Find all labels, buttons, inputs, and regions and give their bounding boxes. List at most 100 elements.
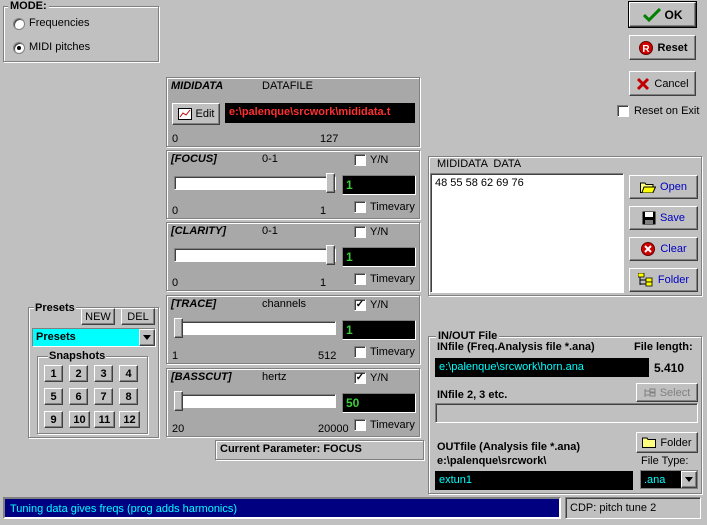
param-slider-thumb[interactable] bbox=[174, 318, 183, 338]
reset-on-exit-label[interactable]: Reset on Exit bbox=[634, 105, 699, 117]
mididata-label: MIDIDATA bbox=[171, 80, 224, 92]
snapshot-button[interactable]: 11 bbox=[94, 411, 115, 428]
outfile-name[interactable]: extun1 bbox=[435, 471, 633, 490]
snapshots-title: Snapshots bbox=[48, 350, 107, 362]
snapshot-button[interactable]: 10 bbox=[69, 411, 90, 428]
param-yn-label[interactable]: Y/N bbox=[370, 299, 388, 311]
infile2-field[interactable] bbox=[435, 403, 698, 423]
param-value[interactable]: 1 bbox=[342, 175, 416, 195]
param-timevary-checkbox[interactable] bbox=[354, 201, 366, 213]
param-range-label: hertz bbox=[262, 371, 287, 383]
clear-button[interactable]: Clear bbox=[629, 237, 698, 261]
reset-icon: R bbox=[638, 40, 653, 55]
del-preset-button[interactable]: DEL bbox=[121, 308, 155, 325]
infile-path[interactable]: e:\palenque\srcwork\horn.ana bbox=[435, 358, 649, 377]
status-message: Tuning data gives freqs (prog adds harmo… bbox=[3, 497, 561, 519]
outfile-folder-button[interactable]: Folder bbox=[636, 432, 698, 453]
param-name: [FOCUS] bbox=[171, 153, 217, 165]
reset-button[interactable]: R Reset bbox=[629, 35, 696, 60]
radio-frequencies[interactable] bbox=[13, 18, 25, 30]
param-name: [BASSCUT] bbox=[171, 371, 232, 383]
param-timevary-label[interactable]: Timevary bbox=[370, 419, 415, 431]
param-range-label: 0-1 bbox=[262, 153, 278, 165]
open-button[interactable]: Open bbox=[629, 175, 698, 199]
filetype-dropdown-arrow[interactable] bbox=[681, 471, 697, 488]
current-parameter: Current Parameter: FOCUS bbox=[220, 443, 362, 455]
param-timevary-checkbox[interactable] bbox=[354, 346, 366, 358]
param-slider-track[interactable] bbox=[174, 321, 336, 335]
disk-icon bbox=[642, 211, 656, 225]
param-name: [TRACE] bbox=[171, 298, 217, 310]
radio-midi-pitches-label[interactable]: MIDI pitches bbox=[29, 41, 90, 53]
param-yn-checkbox[interactable] bbox=[354, 154, 366, 166]
new-preset-button[interactable]: NEW bbox=[81, 308, 115, 325]
mididata-min: 0 bbox=[172, 133, 179, 145]
param-name: [CLARITY] bbox=[171, 225, 226, 237]
param-value[interactable]: 50 bbox=[342, 393, 416, 413]
snapshot-button[interactable]: 6 bbox=[69, 388, 88, 405]
param-slider-thumb[interactable] bbox=[326, 245, 335, 265]
snapshot-button[interactable]: 4 bbox=[119, 365, 138, 382]
param-timevary-label[interactable]: Timevary bbox=[370, 201, 415, 213]
param-timevary-label[interactable]: Timevary bbox=[370, 273, 415, 285]
folder-icon bbox=[642, 437, 657, 448]
filetype-dropdown[interactable]: .ana bbox=[640, 470, 698, 489]
mididata-path[interactable]: e:\palenque\srcwork\mididata.t bbox=[225, 103, 415, 123]
param-value[interactable]: 1 bbox=[342, 247, 416, 267]
radio-frequencies-label[interactable]: Frequencies bbox=[29, 17, 90, 29]
param-yn-label[interactable]: Y/N bbox=[370, 372, 388, 384]
param-value[interactable]: 1 bbox=[342, 320, 416, 340]
param-yn-label[interactable]: Y/N bbox=[370, 226, 388, 238]
param-min: 0 bbox=[172, 277, 179, 289]
param-yn-checkbox[interactable]: ✓ bbox=[354, 299, 366, 311]
edit-button[interactable]: Edit bbox=[172, 103, 220, 125]
select-button[interactable]: Select bbox=[636, 383, 698, 402]
snapshot-button[interactable]: 1 bbox=[44, 365, 63, 382]
select-icon bbox=[644, 388, 656, 397]
snapshot-button[interactable]: 8 bbox=[119, 388, 138, 405]
folder-button[interactable]: Folder bbox=[629, 268, 698, 292]
param-max: 1 bbox=[320, 205, 327, 217]
cancel-button[interactable]: Cancel bbox=[629, 71, 696, 96]
param-timevary-checkbox[interactable] bbox=[354, 419, 366, 431]
outfile-label: OUTfile (Analysis file *.ana) bbox=[437, 441, 581, 453]
save-button[interactable]: Save bbox=[629, 206, 698, 230]
snapshot-button[interactable]: 9 bbox=[44, 411, 63, 428]
tree-folder-icon bbox=[637, 273, 653, 287]
radio-midi-pitches[interactable] bbox=[13, 42, 25, 54]
param-slider-track[interactable] bbox=[174, 394, 336, 408]
snapshot-button[interactable]: 7 bbox=[94, 388, 113, 405]
snapshot-button[interactable]: 5 bbox=[44, 388, 63, 405]
param-slider-track[interactable] bbox=[174, 248, 336, 262]
param-slider-thumb[interactable] bbox=[326, 173, 335, 193]
folder-open-icon bbox=[640, 182, 657, 193]
param-yn-checkbox[interactable]: ✓ bbox=[354, 372, 366, 384]
mididata-data-title: MIDIDATA DATA bbox=[437, 158, 522, 170]
filetype-selected: .ana bbox=[644, 474, 666, 486]
snapshot-button[interactable]: 12 bbox=[119, 411, 140, 428]
param-slider-thumb[interactable] bbox=[174, 391, 183, 411]
file-length-label: File length: bbox=[634, 341, 693, 353]
reset-on-exit-checkbox[interactable] bbox=[617, 105, 629, 117]
param-yn-label[interactable]: Y/N bbox=[370, 154, 388, 166]
param-range-label: channels bbox=[262, 298, 307, 310]
ok-button[interactable]: OK bbox=[628, 1, 697, 28]
infile2-label: INfile 2, 3 etc. bbox=[437, 389, 508, 401]
clear-icon bbox=[641, 242, 656, 256]
param-yn-checkbox[interactable] bbox=[354, 226, 366, 238]
param-slider-track[interactable] bbox=[174, 176, 336, 190]
param-timevary-label[interactable]: Timevary bbox=[370, 346, 415, 358]
mididata-type: DATAFILE bbox=[262, 80, 313, 92]
presets-dropdown[interactable]: Presets bbox=[32, 328, 156, 347]
snapshot-button[interactable]: 3 bbox=[94, 365, 113, 382]
chevron-down-icon bbox=[685, 477, 693, 482]
param-timevary-checkbox[interactable] bbox=[354, 273, 366, 285]
mode-title: MODE: bbox=[8, 0, 49, 12]
presets-selected: Presets bbox=[36, 331, 76, 343]
file-length-value: 5.410 bbox=[654, 361, 685, 375]
mididata-textarea[interactable]: 48 55 58 62 69 76 bbox=[430, 173, 624, 293]
snapshot-button[interactable]: 2 bbox=[69, 365, 88, 382]
presets-dropdown-arrow[interactable] bbox=[139, 329, 155, 346]
outfile-dir: e:\palenque\srcwork\ bbox=[437, 455, 547, 467]
cross-icon bbox=[637, 77, 650, 90]
